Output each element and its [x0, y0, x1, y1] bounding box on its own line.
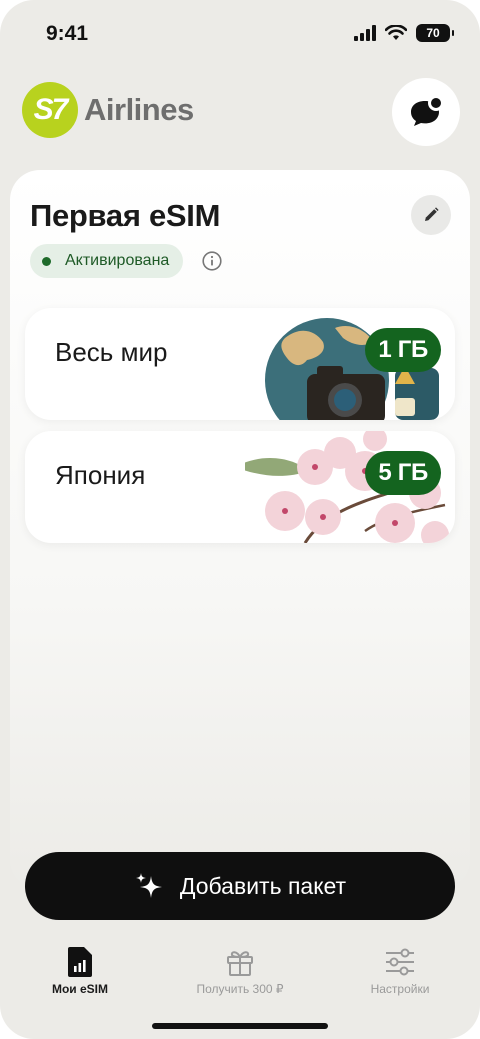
support-chat-button[interactable] — [392, 78, 460, 146]
package-card-world[interactable]: Весь мир 1 ГБ — [25, 308, 455, 420]
status-badge: Активирована — [30, 244, 184, 278]
cellular-signal-icon — [354, 25, 376, 41]
battery-indicator: 70 — [416, 24, 454, 42]
sliders-icon — [384, 945, 416, 979]
data-amount-badge: 5 ГБ — [365, 451, 441, 495]
tab-get-bonus[interactable]: Получить 300 ₽ — [170, 945, 310, 996]
sparkle-icon — [135, 873, 162, 898]
tab-label: Настройки — [370, 982, 430, 996]
tab-settings[interactable]: Настройки — [330, 945, 470, 996]
esim-card: Первая eSIM Активирована Весь мир 1 ГБ Я… — [10, 170, 470, 890]
info-icon[interactable] — [202, 251, 222, 271]
sim-card-icon — [64, 945, 96, 979]
tab-label: Мои eSIM — [51, 982, 109, 996]
logo-text: Airlines — [84, 92, 194, 127]
s7-logo: S7 Airlines — [22, 82, 194, 138]
wifi-icon — [385, 25, 407, 40]
edit-esim-button[interactable] — [411, 195, 451, 235]
package-card-japan[interactable]: Япония 5 ГБ — [25, 431, 455, 543]
status-dot — [42, 256, 51, 266]
logo-mark: S7 — [22, 82, 78, 138]
add-package-button[interactable]: Добавить пакет — [25, 852, 455, 920]
esim-title: Первая eSIM — [30, 198, 221, 233]
chat-bubble-icon — [411, 95, 444, 126]
status-icons: 70 — [354, 24, 454, 42]
home-indicator — [152, 1023, 328, 1029]
status-time: 9:41 — [46, 22, 89, 45]
gift-icon — [224, 945, 256, 979]
tab-my-esim[interactable]: Мои eSIM — [10, 945, 150, 996]
status-label: Активирована — [65, 252, 170, 269]
package-name: Япония — [55, 460, 146, 490]
data-amount-badge: 1 ГБ — [365, 328, 441, 372]
status-bar: 9:41 70 — [0, 0, 480, 70]
add-package-label: Добавить пакет — [179, 872, 347, 899]
tab-label: Получить 300 ₽ — [196, 982, 284, 996]
pencil-icon — [425, 207, 439, 221]
app-screen: 9:41 70 S7 Airlines Первая eSIM Активиро… — [0, 0, 480, 1039]
package-name: Весь мир — [55, 337, 168, 367]
